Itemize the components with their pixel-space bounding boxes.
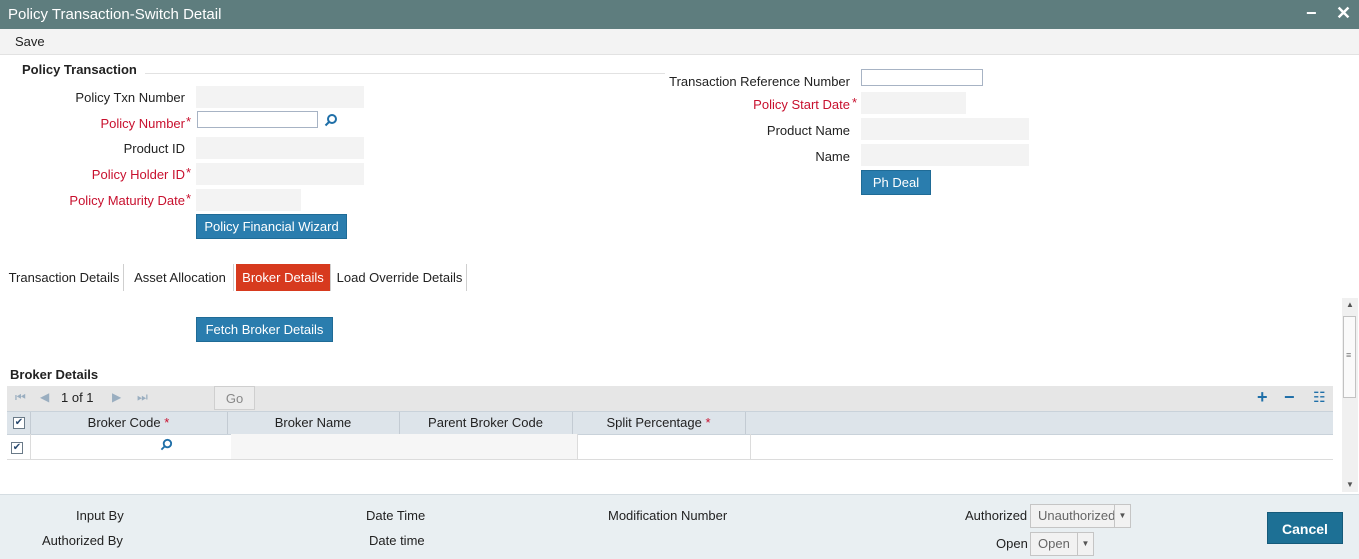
row-select-cell: ✔ — [7, 434, 31, 459]
column-header-broker-code: Broker Code * — [30, 412, 228, 434]
first-page-icon[interactable]: ⏮ — [15, 390, 26, 405]
product-name-field — [861, 118, 1029, 140]
policy-holder-id-field[interactable] — [196, 163, 364, 185]
authorized-select-value: Unauthorized — [1038, 508, 1116, 523]
product-id-field — [196, 137, 364, 159]
table-row: ✔ — [7, 434, 1333, 460]
date-time-label: Date Time — [366, 508, 426, 523]
list-icon[interactable]: ☷ — [1313, 389, 1326, 406]
policy-financial-wizard-button[interactable]: Policy Financial Wizard — [196, 214, 347, 239]
tab-asset-allocation[interactable]: Asset Allocation — [127, 264, 234, 291]
authorized-select[interactable]: Unauthorized ▼ — [1030, 504, 1131, 528]
row-checkbox[interactable]: ✔ — [11, 442, 23, 454]
vertical-scrollbar[interactable]: ▲ ≡ ▼ — [1342, 298, 1358, 492]
close-icon[interactable]: ✕ — [1336, 3, 1351, 24]
required-asterisk: * — [186, 114, 192, 129]
authorized-label: Authorized — [965, 508, 1028, 523]
window-title-bar: Policy Transaction-Switch Detail − ✕ — [0, 0, 1359, 29]
last-page-icon[interactable]: ⏭ — [137, 390, 148, 405]
toolbar: Save — [0, 29, 1359, 55]
search-icon[interactable] — [324, 113, 338, 130]
tab-load-override-details[interactable]: Load Override Details — [333, 264, 467, 291]
required-asterisk: * — [852, 95, 858, 110]
fetch-broker-details-button[interactable]: Fetch Broker Details — [196, 317, 333, 342]
name-field — [861, 144, 1029, 166]
save-button[interactable]: Save — [15, 34, 45, 49]
policy-maturity-date-field[interactable] — [196, 189, 301, 211]
parent-broker-code-cell — [404, 434, 578, 459]
page-indicator: 1 of 1 — [61, 390, 94, 405]
tab-broker-details[interactable]: Broker Details — [236, 264, 331, 291]
transaction-reference-number-label: Transaction Reference Number — [669, 74, 850, 89]
chevron-down-icon: ▼ — [1114, 505, 1130, 527]
open-label: Open — [996, 536, 1028, 551]
split-percentage-cell[interactable] — [577, 434, 751, 459]
next-page-icon[interactable]: ▶ — [112, 390, 121, 404]
broker-code-cell[interactable] — [30, 434, 232, 459]
broker-code-header-label: Broker Code — [87, 415, 161, 430]
policy-holder-id-label: Policy Holder ID — [91, 167, 185, 182]
input-by-label: Input By — [76, 508, 124, 523]
scrollbar-thumb[interactable]: ≡ — [1343, 316, 1356, 398]
policy-number-input[interactable] — [197, 111, 318, 128]
column-header-parent-broker-code: Parent Broker Code — [399, 412, 573, 434]
grip-icon: ≡ — [1346, 350, 1352, 360]
cancel-button[interactable]: Cancel — [1267, 512, 1343, 544]
select-all-checkbox[interactable]: ✔ — [13, 417, 25, 429]
minus-icon[interactable]: − — [1284, 387, 1295, 408]
required-asterisk: * — [186, 191, 192, 206]
open-select-value: Open — [1038, 536, 1070, 551]
select-all-cell: ✔ — [7, 412, 31, 434]
auth-date-time-label: Date time — [369, 533, 425, 548]
product-id-label: Product ID — [123, 141, 185, 156]
required-asterisk: * — [164, 415, 170, 430]
policy-start-date-label: Policy Start Date — [753, 97, 850, 112]
column-header-broker-name: Broker Name — [227, 412, 400, 434]
required-asterisk: * — [186, 165, 192, 180]
policy-number-label: Policy Number — [100, 116, 185, 131]
broker-name-cell — [231, 434, 405, 459]
transaction-reference-number-input[interactable] — [861, 69, 983, 86]
minimize-icon[interactable]: − — [1306, 3, 1317, 24]
ph-deal-button[interactable]: Ph Deal — [861, 170, 931, 195]
open-select[interactable]: Open ▼ — [1030, 532, 1094, 556]
product-name-label: Product Name — [766, 123, 850, 138]
window-title: Policy Transaction-Switch Detail — [8, 6, 222, 23]
grid-toolbar: ⏮ ◀ 1 of 1 ▶ ⏭ Go + − ☷ — [7, 386, 1333, 411]
go-button[interactable]: Go — [214, 386, 255, 410]
scroll-up-icon[interactable]: ▲ — [1346, 300, 1354, 309]
policy-txn-number-label: Policy Txn Number — [75, 90, 185, 105]
authorized-by-label: Authorized By — [42, 533, 123, 548]
grid-header-row: ✔ Broker Code * Broker Name Parent Broke… — [7, 411, 1333, 435]
search-icon[interactable] — [160, 438, 173, 454]
policy-txn-number-field — [196, 86, 364, 108]
split-percentage-header-label: Split Percentage — [606, 415, 702, 430]
column-header-split-percentage: Split Percentage * — [572, 412, 746, 434]
scroll-down-icon[interactable]: ▼ — [1346, 480, 1354, 489]
tab-transaction-details[interactable]: Transaction Details — [5, 264, 124, 291]
previous-page-icon[interactable]: ◀ — [40, 390, 49, 404]
required-asterisk: * — [705, 415, 711, 430]
chevron-down-icon: ▼ — [1077, 533, 1093, 555]
section-divider — [145, 73, 665, 74]
plus-icon[interactable]: + — [1257, 387, 1268, 408]
footer-audit-panel: Input By Authorized By Date Time Date ti… — [0, 494, 1359, 559]
broker-details-title: Broker Details — [10, 367, 99, 382]
policy-start-date-field[interactable] — [861, 92, 966, 114]
name-label: Name — [815, 149, 850, 164]
section-title-policy-transaction: Policy Transaction — [22, 62, 137, 77]
policy-maturity-date-label: Policy Maturity Date — [69, 193, 185, 208]
modification-number-label: Modification Number — [608, 508, 728, 523]
